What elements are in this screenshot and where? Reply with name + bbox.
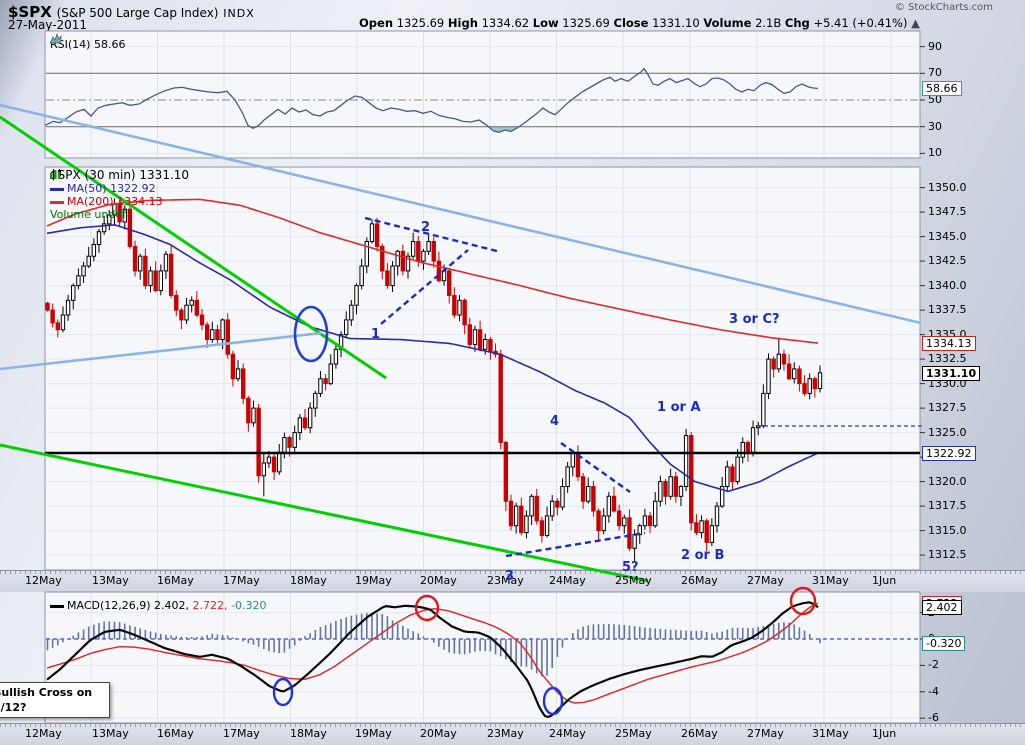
rsi-axis-label: 10 [928, 146, 942, 159]
rsi-axis-label: 70 [928, 66, 942, 79]
value-callout: 1322.92 [922, 446, 976, 461]
wave-label: 3 [505, 569, 514, 584]
x-axis-label: 24May [549, 574, 586, 587]
bullish-cross-line1: Bullish Cross on [0, 685, 105, 700]
x-axis-label: 27May [747, 727, 784, 740]
bullish-cross-annotation: Bullish Cross on 5/12? [0, 682, 110, 718]
value-callout: 58.66 [922, 81, 962, 96]
value-callout: 2.402 [922, 600, 962, 615]
volume-legend-label: Volume undef [50, 208, 126, 221]
x-axis-label: 17May [223, 574, 260, 587]
value-callout: 1334.13 [922, 336, 976, 351]
wave-label: 3 or C? [729, 312, 780, 327]
ma200-line-icon [50, 201, 64, 204]
ma50-line-icon [50, 188, 64, 191]
area-chart-icon [50, 33, 62, 44]
chart-canvas [0, 0, 1025, 744]
stockcharts-chart-page: { "header":{ "symbol":"$SPX","name":"(S&… [0, 0, 1025, 744]
x-axis-label: 26May [681, 727, 718, 740]
main-axis-label: 1317.5 [928, 499, 967, 512]
x-axis-label: 18May [290, 727, 327, 740]
main-axis-label: 1320.0 [928, 475, 967, 488]
value-callout: 1331.10 [922, 366, 980, 381]
x-axis-label: 20May [420, 574, 457, 587]
macd-axis-label: -2 [928, 658, 939, 671]
wave-label: 1 [371, 327, 380, 342]
rsi-panel [45, 31, 920, 158]
main-axis-label: 1332.5 [928, 352, 967, 365]
value-callout: -0.320 [922, 636, 965, 651]
macd-legend-signal: 2.722, [193, 599, 228, 612]
rsi-axis-label: 30 [928, 120, 942, 133]
x-axis-label: 26May [681, 574, 718, 587]
main-axis-label: 1342.5 [928, 254, 967, 267]
volume-bars-icon [50, 169, 62, 179]
macd-legend-hist: -0.320 [231, 599, 266, 612]
main-axis-label: 1312.5 [928, 548, 967, 561]
x-axis-label: 19May [355, 574, 392, 587]
x-axis-label: 25May [615, 727, 652, 740]
macd-legend-main: MACD(12,26,9) 2.402, [67, 599, 189, 612]
main-legend-title: $SPX (30 min) 1331.10 [50, 168, 189, 182]
macd-axis-label: -4 [928, 685, 939, 698]
main-axis-label: 1345.0 [928, 230, 967, 243]
x-axis-label: 1Jun [872, 727, 896, 740]
wave-label: 2 [421, 220, 430, 235]
wave-label: 2 or B [681, 548, 724, 563]
main-legend: $SPX (30 min) 1331.10 MA(50) 1322.92 MA(… [50, 169, 189, 221]
wave-label: 4 [550, 414, 559, 429]
rsi-legend: RSI(14) 58.66 [50, 33, 125, 52]
x-axis-label: 23May [487, 727, 524, 740]
x-axis-label: 13May [92, 574, 129, 587]
main-axis-label: 1327.5 [928, 401, 967, 414]
bullish-cross-line2: 5/12? [0, 700, 105, 715]
x-axis-label: 31May [812, 727, 849, 740]
main-axis-label: 1350.0 [928, 181, 967, 194]
main-axis-label: 1315.0 [928, 524, 967, 537]
x-axis-label: 24May [549, 727, 586, 740]
x-axis-label: 27May [747, 574, 784, 587]
macd-line-icon [50, 605, 64, 608]
wave-label: 5? [622, 560, 639, 575]
x-axis-label: 13May [92, 727, 129, 740]
x-axis-label: 1Jun [872, 574, 896, 587]
rsi-axis-label: 90 [928, 40, 942, 53]
x-axis-label: 16May [157, 574, 194, 587]
main-axis-label: 1347.5 [928, 205, 967, 218]
ma200-legend-label: MA(200) 1334.13 [67, 195, 163, 208]
x-axis-label: 20May [420, 727, 457, 740]
x-axis-label: 12May [25, 574, 62, 587]
x-axis-label: 31May [812, 574, 849, 587]
macd-axis-label: -6 [928, 711, 939, 724]
x-axis-label: 16May [157, 727, 194, 740]
macd-legend: MACD(12,26,9) 2.402, 2.722, -0.320 [50, 594, 267, 613]
x-axis-label: 18May [290, 574, 327, 587]
x-axis-label: 17May [223, 727, 260, 740]
ma50-legend-label: MA(50) 1322.92 [67, 182, 156, 195]
x-axis-label: 12May [25, 727, 62, 740]
x-axis-label: 25May [615, 574, 652, 587]
main-axis-label: 1325.0 [928, 426, 967, 439]
main-axis-label: 1337.5 [928, 303, 967, 316]
wave-label: 1 or A [657, 400, 701, 415]
x-axis-label: 19May [355, 727, 392, 740]
main-axis-label: 1340.0 [928, 279, 967, 292]
